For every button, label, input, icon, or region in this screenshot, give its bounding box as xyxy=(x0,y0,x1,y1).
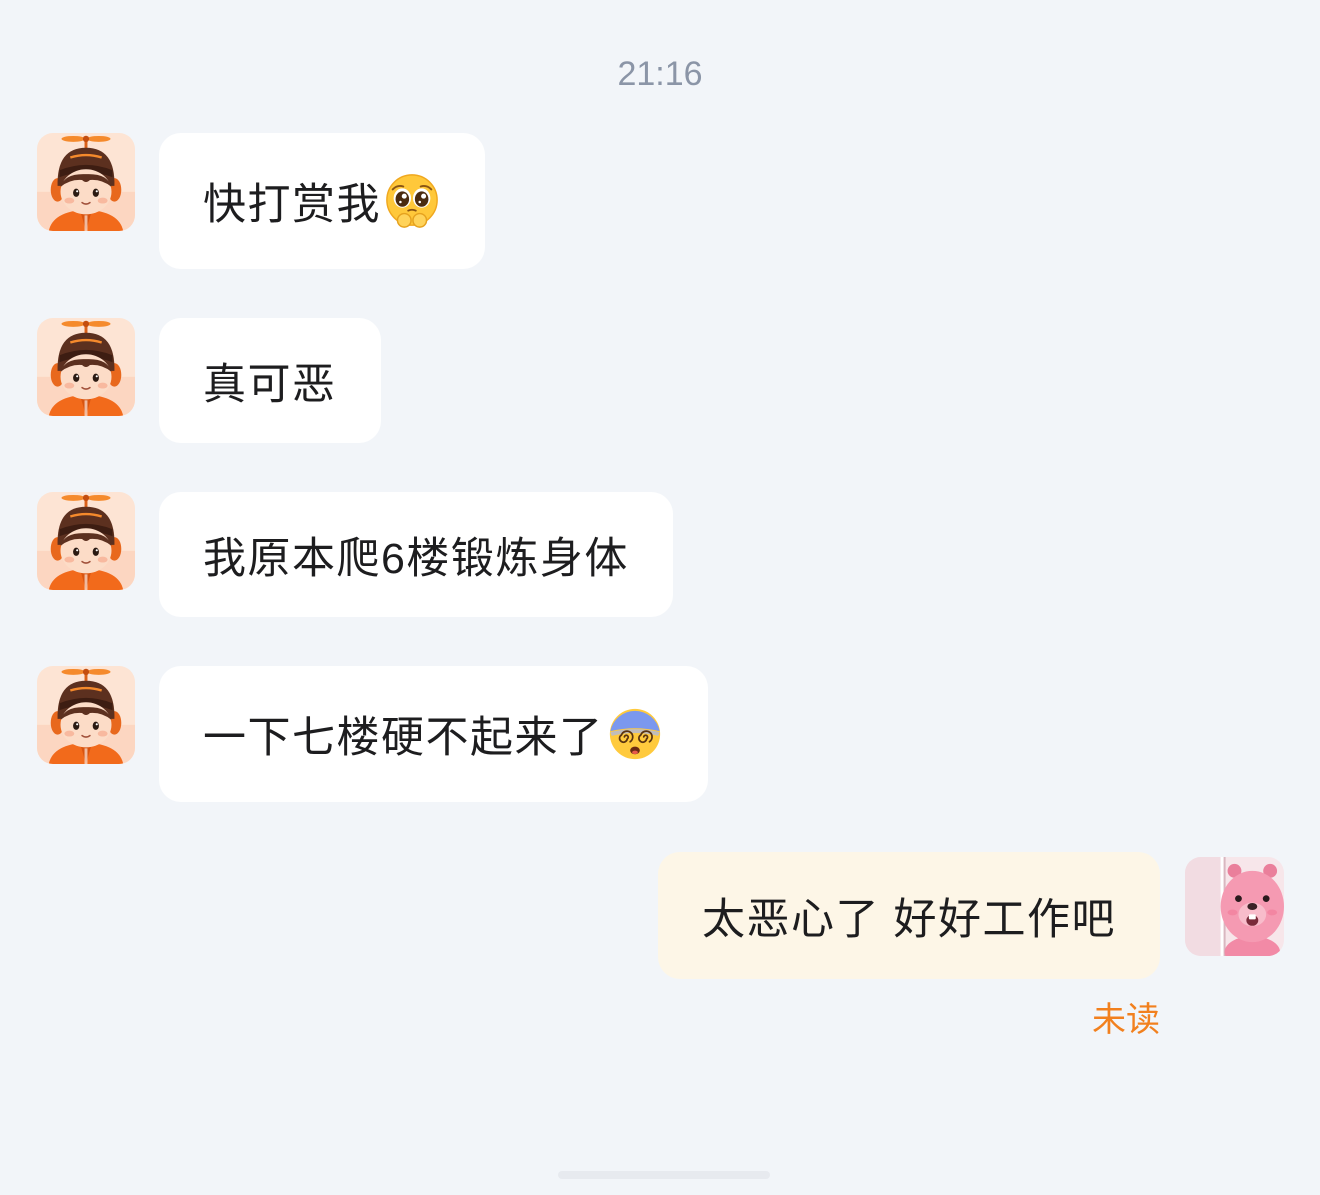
dizzy-face-icon xyxy=(606,705,664,763)
incoming-message-bubble[interactable]: 一下七楼硬不起来了 xyxy=(159,666,708,802)
incoming-message-bubble[interactable]: 快打赏我 xyxy=(159,133,485,269)
message-text: 一下七楼硬不起来了 xyxy=(203,714,604,762)
cartoon-boy-avatar-icon xyxy=(37,666,135,764)
contact-avatar[interactable] xyxy=(37,133,135,231)
incoming-message-bubble[interactable]: 真可恶 xyxy=(159,318,381,443)
self-avatar[interactable] xyxy=(1185,857,1284,956)
contact-avatar[interactable] xyxy=(37,666,135,764)
cartoon-boy-avatar-icon xyxy=(37,133,135,231)
message-text: 真可恶 xyxy=(203,360,337,409)
outgoing-message-bubble[interactable]: 太恶心了 好好工作吧 xyxy=(658,852,1160,979)
pink-beaver-avatar-icon xyxy=(1185,857,1284,956)
contact-avatar[interactable] xyxy=(37,318,135,416)
message-timestamp: 21:16 xyxy=(617,55,703,93)
cartoon-boy-avatar-icon xyxy=(37,492,135,590)
pleading-face-icon xyxy=(383,172,441,230)
message-text: 太恶心了 好好工作吧 xyxy=(702,895,1116,944)
home-indicator xyxy=(558,1171,770,1179)
contact-avatar[interactable] xyxy=(37,492,135,590)
message-text: 我原本爬6楼锻炼身体 xyxy=(203,534,629,583)
message-text: 快打赏我 xyxy=(203,181,381,229)
cartoon-boy-avatar-icon xyxy=(37,318,135,416)
incoming-message-bubble[interactable]: 我原本爬6楼锻炼身体 xyxy=(159,492,673,617)
unread-status-label: 未读 xyxy=(1092,1001,1160,1039)
